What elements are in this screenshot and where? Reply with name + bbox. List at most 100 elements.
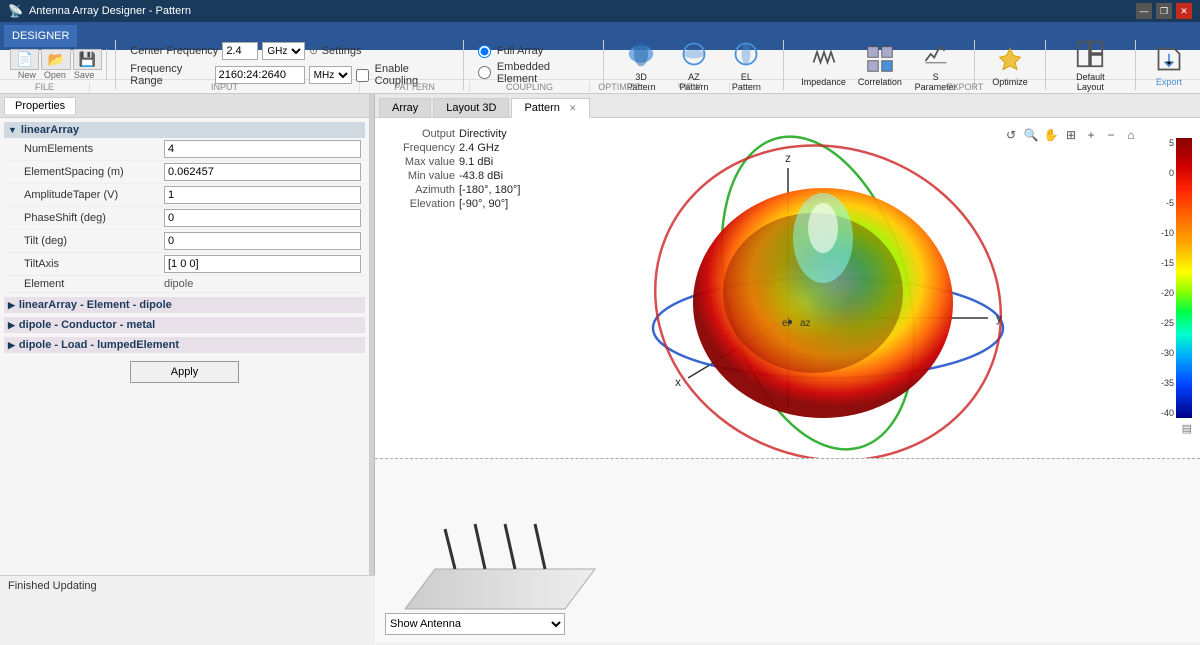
tilt-input[interactable] <box>164 232 361 250</box>
expand-icon-2: ▶ <box>8 300 15 311</box>
array-type-group: Full Array Embedded Element <box>472 45 595 85</box>
prop-row-tiltaxis: TiltAxis <box>4 253 365 276</box>
optimize-icon <box>994 43 1026 75</box>
properties-tab-bar: Properties <box>0 94 369 118</box>
prop-row-amplitudetaper: AmplitudeTaper (V) <box>4 184 365 207</box>
properties-content: ▼ linearArray NumElements ElementSpacing… <box>0 118 369 575</box>
prop-row-tilt: Tilt (deg) <box>4 230 365 253</box>
cb-label-n30: -30 <box>1161 348 1174 358</box>
cb-label-n35: -35 <box>1161 378 1174 388</box>
center-freq-input[interactable] <box>222 42 258 60</box>
status-text: Finished Updating <box>8 580 97 592</box>
prop-row-element: Element dipole <box>4 276 365 293</box>
prop-row-elementspacing: ElementSpacing (m) <box>4 161 365 184</box>
element-dipole-label: linearArray - Element - dipole <box>19 299 172 311</box>
cb-label-0: 0 <box>1161 168 1174 178</box>
tab-pattern[interactable]: Pattern ✕ <box>511 98 589 118</box>
enable-coupling-checkbox[interactable] <box>356 69 369 82</box>
element-dipole-section: ▶ linearArray - Element - dipole <box>4 297 365 313</box>
center-freq-label: Center Frequency <box>130 45 218 57</box>
pattern-info: Output Directivity Frequency 2.4 GHz Max… <box>385 128 520 212</box>
right-panel: Array Layout 3D Pattern ✕ Output Directi… <box>375 94 1200 575</box>
input-group: Center Frequency GHzMHz ⊙ Settings Frequ… <box>124 42 455 87</box>
view-section-label: VIEW <box>650 82 730 92</box>
default-layout-icon <box>1074 38 1106 70</box>
minimize-button[interactable]: — <box>1136 3 1152 19</box>
output-key: Output <box>385 128 455 140</box>
linear-array-section: ▼ linearArray NumElements ElementSpacing… <box>4 122 365 293</box>
input-section-label: INPUT <box>90 82 360 92</box>
linear-array-header[interactable]: ▼ linearArray <box>4 122 365 138</box>
correlation-icon <box>864 43 896 75</box>
new-label: New <box>18 70 36 80</box>
window-controls: — ❐ ✕ <box>1136 3 1192 19</box>
content-tabs: Array Layout 3D Pattern ✕ <box>375 94 1200 118</box>
linear-array-label: linearArray <box>21 124 79 136</box>
cb-label-n10: -10 <box>1161 228 1174 238</box>
conductor-metal-section: ▶ dipole - Conductor - metal <box>4 317 365 333</box>
lumped-element-label: dipole - Load - lumpedElement <box>19 339 179 351</box>
elementspacing-label: ElementSpacing (m) <box>24 166 164 178</box>
tilt-label: Tilt (deg) <box>24 235 164 247</box>
cb-label-n5: -5 <box>1161 198 1174 208</box>
cb-label-5: 5 <box>1161 138 1174 148</box>
tiltaxis-input[interactable] <box>164 255 361 273</box>
amplitudetaper-input[interactable] <box>164 186 361 204</box>
apply-button[interactable]: Apply <box>130 361 240 383</box>
prop-row-phaseshift: PhaseShift (deg) <box>4 207 365 230</box>
el-pattern-icon <box>730 38 762 70</box>
tab-layout3d[interactable]: Layout 3D <box>433 98 509 117</box>
bottom-area: Show Antenna Hide Antenna <box>375 458 1200 643</box>
export-icon <box>1153 43 1185 75</box>
maxvalue-key: Max value <box>385 156 455 168</box>
titlebar: 📡 Antenna Array Designer - Pattern — ❐ ✕ <box>0 0 1200 22</box>
linear-array-fields: NumElements ElementSpacing (m) Amplitude… <box>4 138 365 293</box>
designer-tab-button[interactable]: DESIGNER <box>4 25 77 47</box>
coupling-section-label: COUPLING <box>470 82 590 92</box>
export-section-label: EXPORT <box>730 82 1200 92</box>
maximize-button[interactable]: ❐ <box>1156 3 1172 19</box>
show-antenna-dropdown[interactable]: Show Antenna Hide Antenna <box>385 613 565 635</box>
lumped-element-header[interactable]: ▶ dipole - Load - lumpedElement <box>4 337 365 353</box>
conductor-metal-label: dipole - Conductor - metal <box>19 319 155 331</box>
properties-tab-button[interactable]: Properties <box>4 97 76 114</box>
impedance-icon <box>808 43 840 75</box>
elevation-val: [-90°, 90°] <box>459 198 508 210</box>
colorbar-export-icon: ▤ <box>1182 422 1192 435</box>
antenna-layout-svg <box>385 469 605 624</box>
center-freq-unit-select[interactable]: GHzMHz <box>262 42 305 60</box>
cb-label-n40: -40 <box>1161 408 1174 418</box>
colorbar-container: 5 0 -5 -10 -15 -20 -25 -30 -35 -40 <box>1161 138 1192 435</box>
azimuth-val: [-180°, 180°] <box>459 184 520 196</box>
phaseshift-input[interactable] <box>164 209 361 227</box>
cb-label-n15: -15 <box>1161 258 1174 268</box>
full-array-radio[interactable] <box>478 45 491 58</box>
new-button[interactable]: 📄 <box>10 49 39 70</box>
ribbon-controls: 📄 📂 💾 New Open Save Center Frequency GHz… <box>0 50 1200 80</box>
pattern-3d-svg: z y x el az <box>528 118 1048 458</box>
colorbar-gradient <box>1176 138 1192 418</box>
lumped-element-section: ▶ dipole - Load - lumpedElement <box>4 337 365 353</box>
embedded-element-radio[interactable] <box>478 66 491 79</box>
save-button[interactable]: 💾 <box>73 49 102 70</box>
tab-array[interactable]: Array <box>379 98 431 117</box>
conductor-metal-header[interactable]: ▶ dipole - Conductor - metal <box>4 317 365 333</box>
pattern-section-label: PATTERN <box>360 82 470 92</box>
settings-label: Settings <box>322 45 362 57</box>
numelements-input[interactable] <box>164 140 361 158</box>
elementspacing-input[interactable] <box>164 163 361 181</box>
ribbon-section-labels: FILE INPUT PATTERN COUPLING OPTIMIZE VIE… <box>0 80 1200 94</box>
output-val: Directivity <box>459 128 507 140</box>
close-button[interactable]: ✕ <box>1176 3 1192 19</box>
open-button[interactable]: 📂 <box>41 49 70 70</box>
expand-icon-3: ▶ <box>8 320 15 331</box>
s-parameter-icon <box>920 38 952 70</box>
window-title: Antenna Array Designer - Pattern <box>29 5 1136 17</box>
3d-pattern-icon <box>625 38 657 70</box>
frequency-key: Frequency <box>385 142 455 154</box>
expand-icon-4: ▶ <box>8 340 15 351</box>
tab-close-icon[interactable]: ✕ <box>569 103 577 113</box>
prop-row-numelements: NumElements <box>4 138 365 161</box>
element-dipole-header[interactable]: ▶ linearArray - Element - dipole <box>4 297 365 313</box>
element-value: dipole <box>164 278 193 290</box>
